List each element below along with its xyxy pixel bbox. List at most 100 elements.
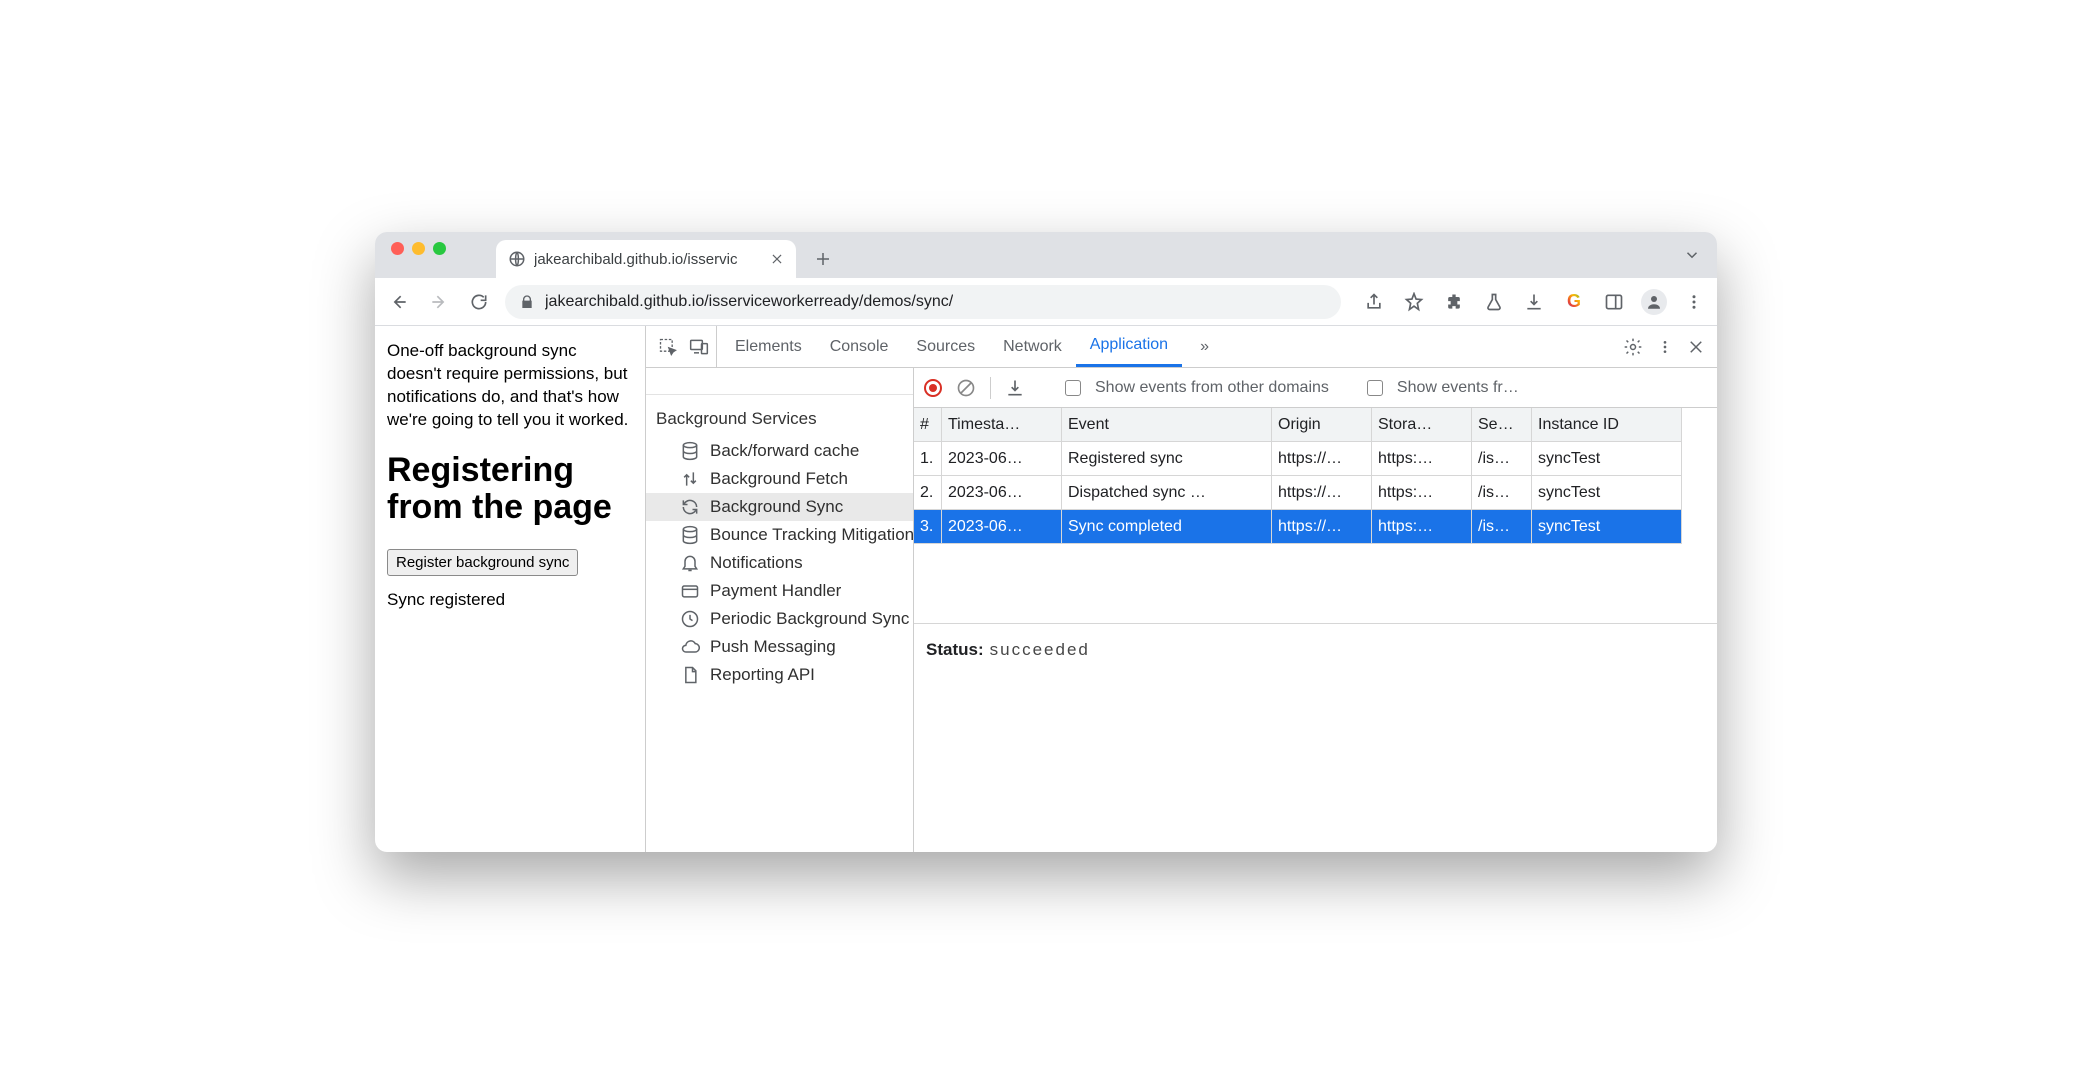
address-bar[interactable]: jakearchibald.github.io/isserviceworkerr… [505, 285, 1341, 319]
cell[interactable]: /is… [1472, 476, 1532, 510]
cell[interactable]: https://… [1272, 510, 1372, 544]
col-header[interactable]: Instance ID [1532, 408, 1682, 442]
cell[interactable]: /is… [1472, 442, 1532, 476]
cell[interactable]: 2023-06… [942, 476, 1062, 510]
sidebar-item-back-forward-cache[interactable]: Back/forward cache [646, 437, 913, 465]
application-sidebar: Background Services Back/forward cacheBa… [646, 368, 914, 852]
file-icon [680, 665, 700, 685]
cell[interactable]: syncTest [1532, 510, 1682, 544]
content-area: One-off background sync doesn't require … [375, 326, 1717, 852]
devtools-panel: ElementsConsoleSourcesNetworkApplication… [645, 326, 1717, 852]
devtools-tab-sources[interactable]: Sources [902, 326, 989, 367]
reload-button[interactable] [465, 288, 493, 316]
bell-icon [680, 553, 700, 573]
sidebar-item-background-fetch[interactable]: Background Fetch [646, 465, 913, 493]
sidebar-section-header: Background Services [646, 394, 913, 437]
devtools-tabbar: ElementsConsoleSourcesNetworkApplication… [646, 326, 1717, 368]
browser-tab[interactable]: jakearchibald.github.io/isservic [496, 240, 796, 278]
minimize-window-icon[interactable] [412, 242, 425, 255]
sidebar-item-push-messaging[interactable]: Push Messaging [646, 633, 913, 661]
lock-icon [519, 294, 535, 310]
cloud-icon [680, 637, 700, 657]
toolbar-actions: G [1361, 289, 1707, 315]
sidebar-item-bounce-tracking-mitigation[interactable]: Bounce Tracking Mitigation [646, 521, 913, 549]
close-devtools-icon[interactable] [1687, 338, 1705, 356]
record-icon[interactable] [924, 379, 942, 397]
sidepanel-icon[interactable] [1601, 289, 1627, 315]
back-button[interactable] [385, 288, 413, 316]
cell[interactable]: https:… [1372, 476, 1472, 510]
window-controls [391, 242, 446, 255]
devtools-tab-console[interactable]: Console [816, 326, 903, 367]
cell[interactable]: https:… [1372, 510, 1472, 544]
devtools-more-tabs[interactable]: » [1186, 326, 1223, 367]
cell[interactable]: https://… [1272, 476, 1372, 510]
extensions-icon[interactable] [1441, 289, 1467, 315]
db-icon [680, 525, 700, 545]
page-heading: Registering from the page [387, 452, 633, 527]
col-header[interactable]: Event [1062, 408, 1272, 442]
cell[interactable]: 1. [914, 442, 942, 476]
clear-icon[interactable] [956, 378, 976, 398]
page-intro: One-off background sync doesn't require … [387, 340, 633, 432]
cell[interactable]: 2023-06… [942, 510, 1062, 544]
devtools-tab-network[interactable]: Network [989, 326, 1076, 367]
close-tab-icon[interactable] [770, 252, 784, 266]
labs-icon[interactable] [1481, 289, 1507, 315]
col-header[interactable]: Stora… [1372, 408, 1472, 442]
events-table: #Timesta…EventOriginStora…Se…Instance ID… [914, 408, 1717, 544]
page-content: One-off background sync doesn't require … [375, 326, 645, 852]
updown-icon [680, 469, 700, 489]
col-header[interactable]: # [914, 408, 942, 442]
browser-toolbar: jakearchibald.github.io/isserviceworkerr… [375, 278, 1717, 326]
sync-icon [680, 497, 700, 517]
col-header[interactable]: Timesta… [942, 408, 1062, 442]
sidebar-item-periodic-background-sync[interactable]: Periodic Background Sync [646, 605, 913, 633]
sidebar-item-payment-handler[interactable]: Payment Handler [646, 577, 913, 605]
checkbox-other-domains[interactable] [1065, 380, 1081, 396]
db-icon [680, 441, 700, 461]
cell[interactable]: 2. [914, 476, 942, 510]
browser-window: jakearchibald.github.io/isservic jakearc… [375, 232, 1717, 852]
label-other-domains: Show events from other domains [1095, 379, 1329, 397]
cell[interactable]: 2023-06… [942, 442, 1062, 476]
checkbox-show-fr[interactable] [1367, 380, 1383, 396]
background-sync-panel: Show events from other domains Show even… [914, 368, 1717, 852]
downloads-icon[interactable] [1521, 289, 1547, 315]
inspect-icon[interactable] [658, 337, 678, 357]
gear-icon[interactable] [1623, 337, 1643, 357]
new-tab-button[interactable] [814, 250, 832, 268]
menu-icon[interactable] [1681, 289, 1707, 315]
device-toggle-icon[interactable] [688, 337, 710, 357]
profile-avatar[interactable] [1641, 289, 1667, 315]
cell[interactable]: 3. [914, 510, 942, 544]
cell[interactable]: syncTest [1532, 442, 1682, 476]
sidebar-item-reporting-api[interactable]: Reporting API [646, 661, 913, 689]
save-icon[interactable] [1005, 378, 1025, 398]
close-window-icon[interactable] [391, 242, 404, 255]
forward-button [425, 288, 453, 316]
tab-strip: jakearchibald.github.io/isservic [375, 232, 1717, 278]
sidebar-item-background-sync[interactable]: Background Sync [646, 493, 913, 521]
panel-toolbar: Show events from other domains Show even… [914, 368, 1717, 408]
col-header[interactable]: Se… [1472, 408, 1532, 442]
page-status: Sync registered [387, 590, 633, 610]
cell[interactable]: /is… [1472, 510, 1532, 544]
devtools-tab-elements[interactable]: Elements [721, 326, 816, 367]
cell[interactable]: Registered sync [1062, 442, 1272, 476]
cell[interactable]: syncTest [1532, 476, 1682, 510]
devtools-tab-application[interactable]: Application [1076, 326, 1182, 367]
register-sync-button[interactable]: Register background sync [387, 549, 578, 576]
cell[interactable]: Dispatched sync … [1062, 476, 1272, 510]
kebab-icon[interactable] [1657, 337, 1673, 357]
google-icon[interactable]: G [1561, 289, 1587, 315]
sidebar-item-notifications[interactable]: Notifications [646, 549, 913, 577]
maximize-window-icon[interactable] [433, 242, 446, 255]
tabs-dropdown-icon[interactable] [1683, 246, 1701, 264]
share-icon[interactable] [1361, 289, 1387, 315]
cell[interactable]: https:… [1372, 442, 1472, 476]
col-header[interactable]: Origin [1272, 408, 1372, 442]
bookmark-icon[interactable] [1401, 289, 1427, 315]
cell[interactable]: https://… [1272, 442, 1372, 476]
cell[interactable]: Sync completed [1062, 510, 1272, 544]
